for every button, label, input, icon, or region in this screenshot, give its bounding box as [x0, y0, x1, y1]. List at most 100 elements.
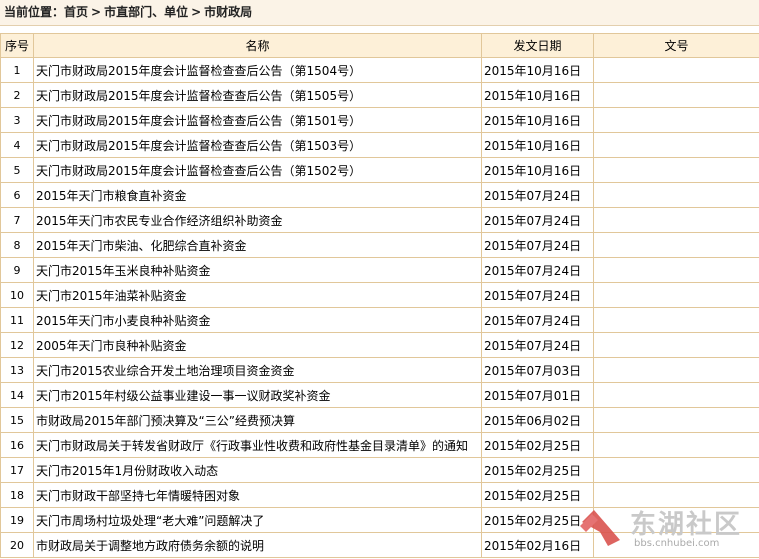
- row-date: 2015年07月24日: [481, 232, 594, 258]
- watermark: 东湖社区 bbs.cnhubei.com: [578, 500, 758, 558]
- row-index: 11: [0, 307, 34, 333]
- table-row: 13 天门市2015农业综合开发土地治理项目资金资金 2015年07月03日: [0, 357, 759, 383]
- row-doc-number: [593, 182, 759, 208]
- breadcrumb-prefix: 当前位置：: [4, 5, 65, 19]
- row-date: 2015年07月01日: [481, 382, 594, 408]
- breadcrumb: 当前位置：首页 > 市直部门、单位 > 市财政局: [0, 0, 759, 26]
- row-index: 3: [0, 107, 34, 133]
- row-title-link[interactable]: 2015年天门市粮食直补资金: [33, 182, 482, 208]
- row-index: 6: [0, 182, 34, 208]
- row-doc-number: [593, 382, 759, 408]
- row-title-link[interactable]: 市财政局关于调整地方政府债务余额的说明: [33, 532, 482, 558]
- table-row: 2 天门市财政局2015年度会计监督检查查后公告（第1505号） 2015年10月1…: [0, 82, 759, 108]
- watermark-url: bbs.cnhubei.com: [634, 538, 720, 549]
- row-index: 12: [0, 332, 34, 358]
- row-date: 2015年07月24日: [481, 257, 594, 283]
- table-row: 10 天门市2015年油菜补贴资金 2015年07月24日: [0, 282, 759, 308]
- row-title-link[interactable]: 天门市财政干部坚持七年情暖特困对象: [33, 482, 482, 508]
- row-index: 4: [0, 132, 34, 158]
- row-title-link[interactable]: 天门市财政局2015年度会计监督检查查后公告（第1503号）: [33, 132, 482, 158]
- row-title-link[interactable]: 天门市财政局2015年度会计监督检查查后公告（第1501号）: [33, 107, 482, 133]
- breadcrumb-link-home[interactable]: 首页: [64, 5, 88, 19]
- table-row: 6 2015年天门市粮食直补资金 2015年07月24日: [0, 182, 759, 208]
- row-date: 2015年10月16日: [481, 57, 594, 83]
- row-title-link[interactable]: 天门市2015年1月份财政收入动态: [33, 457, 482, 483]
- row-index: 14: [0, 382, 34, 408]
- table-row: 3 天门市财政局2015年度会计监督检查查后公告（第1501号） 2015年10月1…: [0, 107, 759, 133]
- row-date: 2015年07月24日: [481, 332, 594, 358]
- row-title-link[interactable]: 天门市2015农业综合开发土地治理项目资金资金: [33, 357, 482, 383]
- row-doc-number: [593, 207, 759, 233]
- column-header-title: 名称: [33, 33, 482, 58]
- row-title-link[interactable]: 2005年天门市良种补贴资金: [33, 332, 482, 358]
- row-doc-number: [593, 157, 759, 183]
- table-row: 4 天门市财政局2015年度会计监督检查查后公告（第1503号） 2015年10月1…: [0, 132, 759, 158]
- row-doc-number: [593, 82, 759, 108]
- column-header-date: 发文日期: [481, 33, 594, 58]
- column-header-doc-number: 文号: [593, 33, 759, 58]
- row-title-link[interactable]: 天门市2015年玉米良种补贴资金: [33, 257, 482, 283]
- watermark-text: 东湖社区: [630, 510, 743, 540]
- breadcrumb-separator: >: [191, 5, 202, 19]
- table-row: 9 天门市2015年玉米良种补贴资金 2015年07月24日: [0, 257, 759, 283]
- donghu-logo-icon: [580, 510, 620, 546]
- column-header-index: 序号: [0, 33, 34, 58]
- row-date: 2015年10月16日: [481, 82, 594, 108]
- row-index: 17: [0, 457, 34, 483]
- row-doc-number: [593, 332, 759, 358]
- row-date: 2015年07月24日: [481, 307, 594, 333]
- row-date: 2015年07月24日: [481, 282, 594, 308]
- row-title-link[interactable]: 2015年天门市农民专业合作经济组织补助资金: [33, 207, 482, 233]
- row-index: 2: [0, 82, 34, 108]
- row-date: 2015年10月16日: [481, 132, 594, 158]
- table-row: 12 2005年天门市良种补贴资金 2015年07月24日: [0, 332, 759, 358]
- row-doc-number: [593, 232, 759, 258]
- breadcrumb-separator: >: [91, 5, 102, 19]
- table-row: 5 天门市财政局2015年度会计监督检查查后公告（第1502号） 2015年10月1…: [0, 157, 759, 183]
- row-date: 2015年02月25日: [481, 432, 594, 458]
- row-title-link[interactable]: 天门市2015年油菜补贴资金: [33, 282, 482, 308]
- row-title-link[interactable]: 天门市2015年村级公益事业建设一事一议财政奖补资金: [33, 382, 482, 408]
- row-date: 2015年10月16日: [481, 107, 594, 133]
- row-index: 15: [0, 407, 34, 433]
- table-row: 15 市财政局2015年部门预决算及“三公”经费预决算 2015年06月02日: [0, 407, 759, 433]
- table-row: 17 天门市2015年1月份财政收入动态 2015年02月25日: [0, 457, 759, 483]
- breadcrumb-link-departments[interactable]: 市直部门、单位: [104, 5, 188, 19]
- row-index: 20: [0, 532, 34, 558]
- row-doc-number: [593, 457, 759, 483]
- row-index: 16: [0, 432, 34, 458]
- row-title-link[interactable]: 天门市周场村垃圾处理“老大难”问题解决了: [33, 507, 482, 533]
- row-date: 2015年06月02日: [481, 407, 594, 433]
- row-doc-number: [593, 132, 759, 158]
- row-title-link[interactable]: 市财政局2015年部门预决算及“三公”经费预决算: [33, 407, 482, 433]
- row-doc-number: [593, 307, 759, 333]
- row-index: 19: [0, 507, 34, 533]
- row-index: 1: [0, 57, 34, 83]
- table-row: 8 2015年天门市柴油、化肥综合直补资金 2015年07月24日: [0, 232, 759, 258]
- row-date: 2015年07月03日: [481, 357, 594, 383]
- row-title-link[interactable]: 天门市财政局关于转发省财政厅《行政事业性收费和政府性基金目录清单》的通知: [33, 432, 482, 458]
- row-title-link[interactable]: 2015年天门市小麦良种补贴资金: [33, 307, 482, 333]
- row-date: 2015年10月16日: [481, 157, 594, 183]
- row-title-link[interactable]: 天门市财政局2015年度会计监督检查查后公告（第1504号）: [33, 57, 482, 83]
- breadcrumb-current: 市财政局: [204, 5, 253, 19]
- row-doc-number: [593, 282, 759, 308]
- row-index: 7: [0, 207, 34, 233]
- table-row: 7 2015年天门市农民专业合作经济组织补助资金 2015年07月24日: [0, 207, 759, 233]
- table-row: 11 2015年天门市小麦良种补贴资金 2015年07月24日: [0, 307, 759, 333]
- row-title-link[interactable]: 2015年天门市柴油、化肥综合直补资金: [33, 232, 482, 258]
- row-date: 2015年02月25日: [481, 482, 594, 508]
- row-doc-number: [593, 57, 759, 83]
- row-doc-number: [593, 432, 759, 458]
- table-row: 14 天门市2015年村级公益事业建设一事一议财政奖补资金 2015年07月01日: [0, 382, 759, 408]
- table-row: 1 天门市财政局2015年度会计监督检查查后公告（第1504号） 2015年10月1…: [0, 57, 759, 83]
- row-doc-number: [593, 107, 759, 133]
- table-header-row: 序号 名称 发文日期 文号: [0, 33, 759, 58]
- row-title-link[interactable]: 天门市财政局2015年度会计监督检查查后公告（第1502号）: [33, 157, 482, 183]
- row-doc-number: [593, 257, 759, 283]
- row-date: 2015年02月25日: [481, 457, 594, 483]
- row-title-link[interactable]: 天门市财政局2015年度会计监督检查查后公告（第1505号）: [33, 82, 482, 108]
- row-date: 2015年02月25日: [481, 507, 594, 533]
- row-index: 9: [0, 257, 34, 283]
- row-index: 18: [0, 482, 34, 508]
